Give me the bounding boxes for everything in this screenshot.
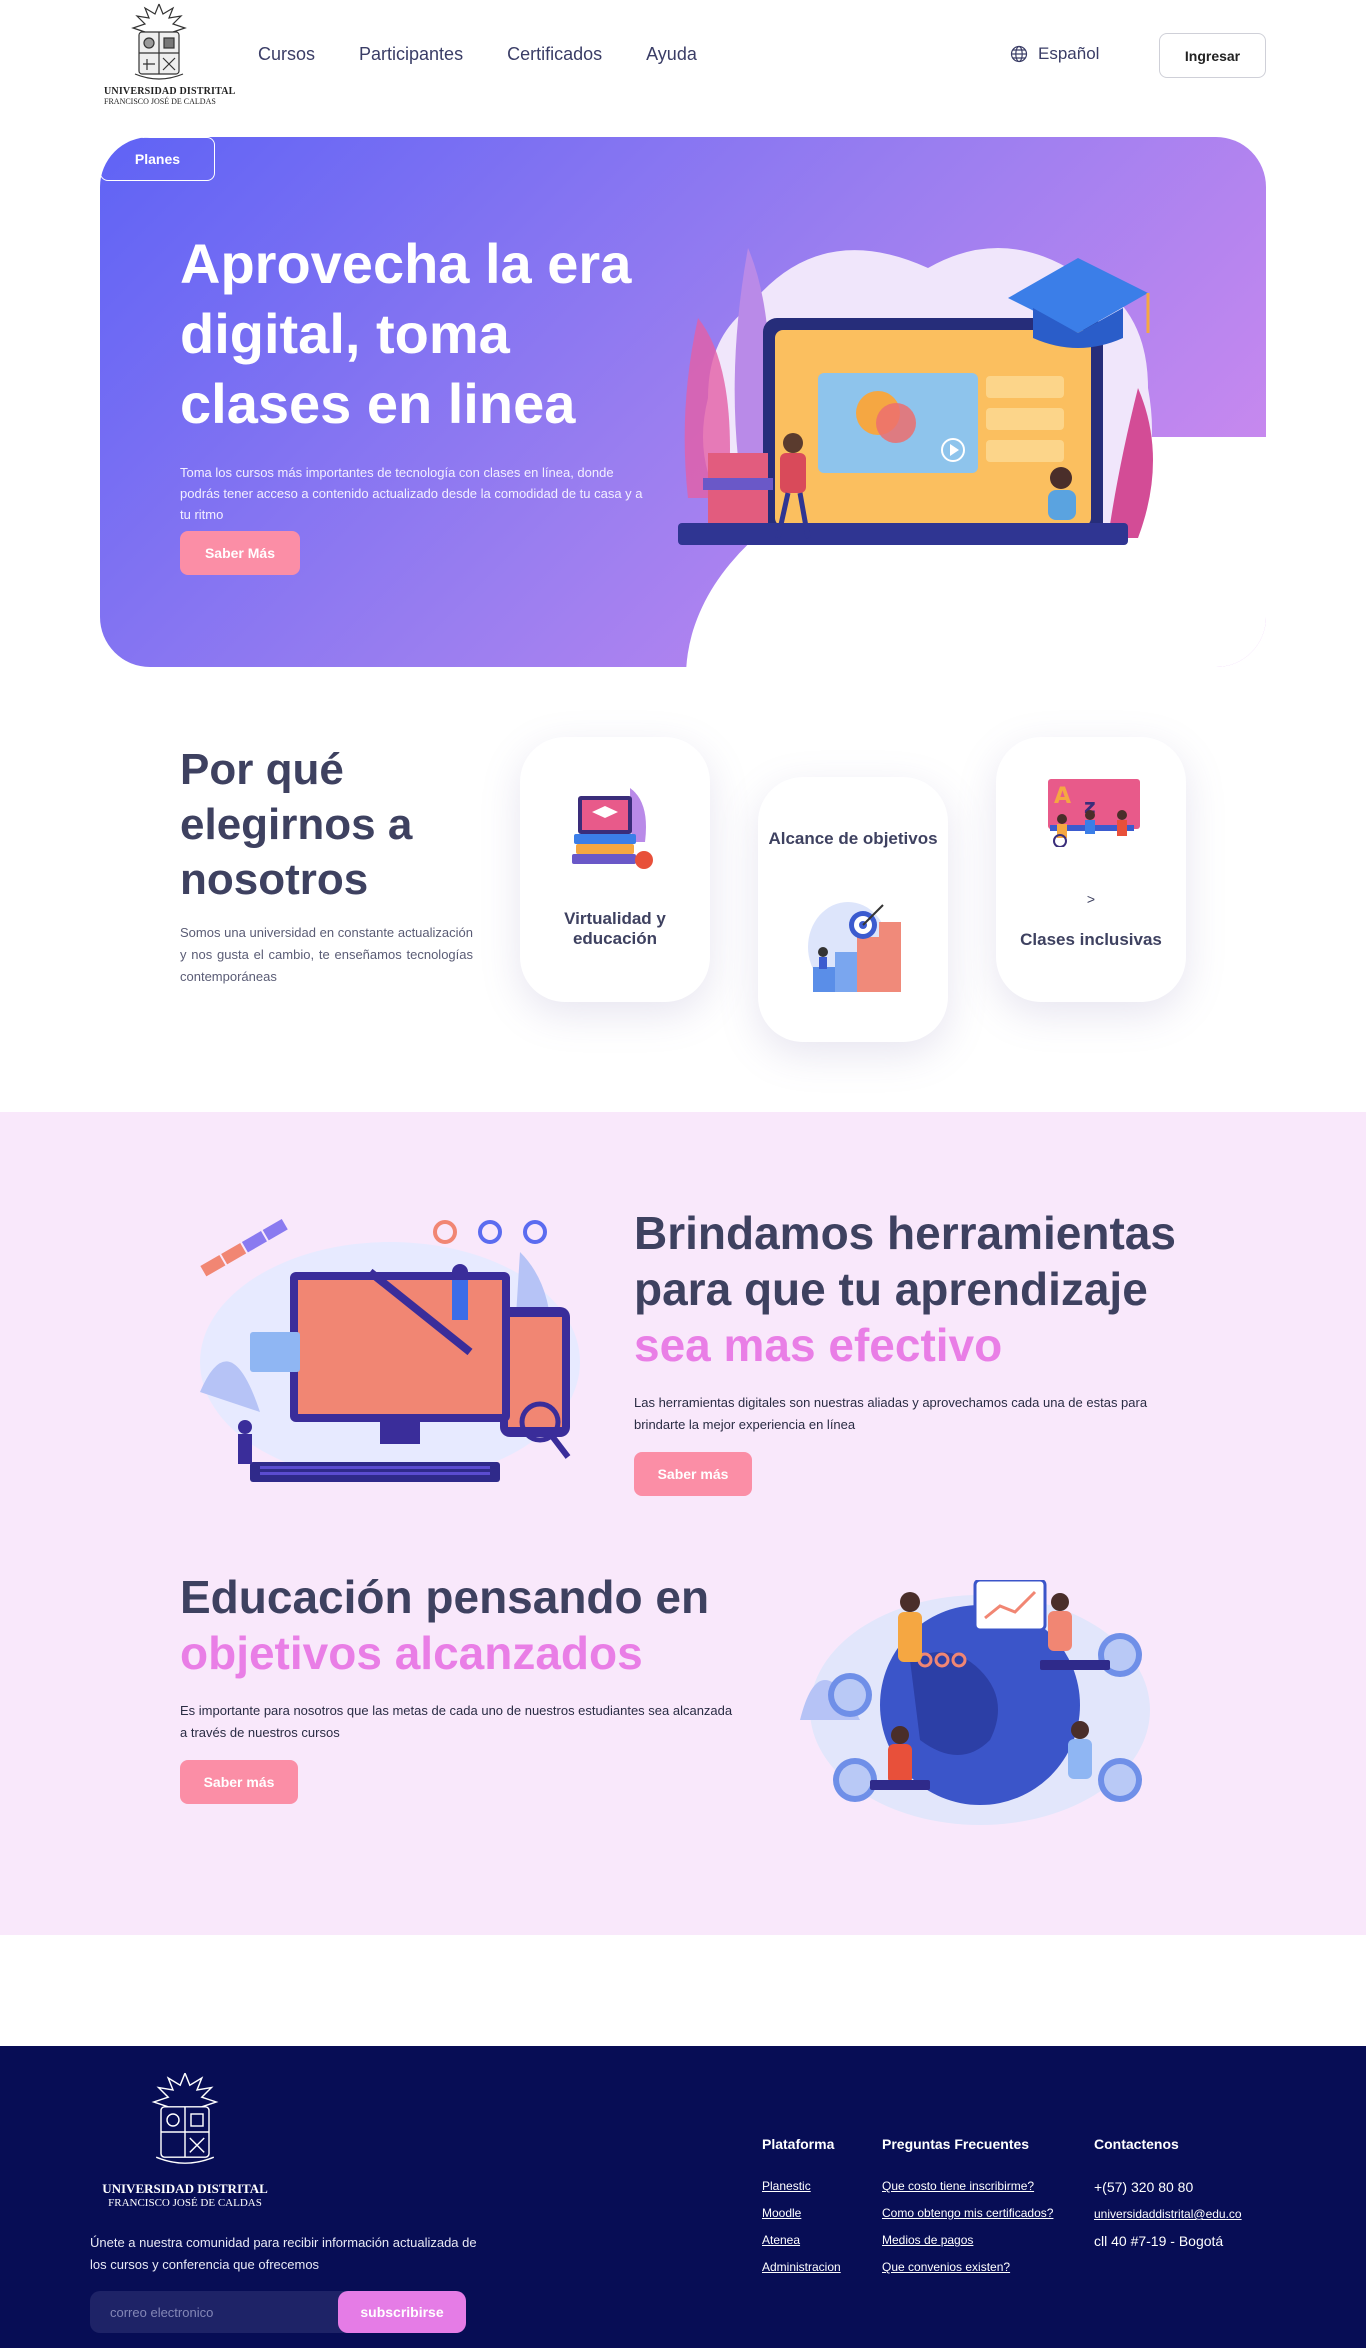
goals-text: Es importante para nosotros que las meta… [180,1703,733,1740]
nav-certificados[interactable]: Certificados [507,44,602,65]
card-label: Clases inclusivas [1020,930,1162,949]
card-label: Alcance de objetivos [768,829,938,848]
main-nav: Cursos Participantes Certificados Ayuda [258,44,741,65]
footer-link-costo[interactable]: Que costo tiene inscribirme? [882,2178,1053,2194]
hero-plans-button[interactable]: Planes [100,137,215,181]
nav-participantes[interactable]: Participantes [359,44,463,65]
target-stairs-icon [808,902,901,992]
goals-title: Educación pensando en objetivos alcanzad… [180,1569,740,1681]
why-title: Por qué elegirnos a nosotros [180,745,413,904]
footer-link-pagos[interactable]: Medios de pagos [882,2232,1053,2248]
footer-link-planestic[interactable]: Planestic [762,2178,841,2194]
subscribe-form: correo electronico subscribirse [90,2291,466,2333]
footer-link-certificados[interactable]: Como obtengo mis certificados? [882,2205,1053,2221]
digital-tools-illustration [200,1219,580,1482]
goals-title-accent: objetivos alcanzados [180,1627,643,1679]
hero-title: Aprovecha la era digital, toma clases en… [180,232,632,435]
email-input[interactable]: correo electronico [90,2291,348,2333]
online-class-illustration [678,248,1153,545]
footer-link-atenea[interactable]: Atenea [762,2232,841,2248]
goals-title-main: Educación pensando en [180,1571,710,1623]
footer-link-moodle[interactable]: Moodle [762,2205,841,2221]
footer-text: Únete a nuestra comunidad para recibir i… [90,2235,477,2272]
tools-title-main: Brindamos herramientas para que tu apren… [634,1207,1176,1315]
footer-address: cll 40 #7-19 - Bogotá [1094,2233,1224,2249]
svg-text:A: A [1054,784,1071,809]
tools-title-accent: sea mas efectivo [634,1319,1003,1371]
nav-ayuda[interactable]: Ayuda [646,44,697,65]
footer-email[interactable]: universidaddistrital@edu.co [1094,2205,1242,2223]
footer-logo-subtitle: FRANCISCO JOSÉ DE CALDAS [108,2197,262,2209]
card-virtualidad[interactable]: Virtualidad y educación [520,737,710,1002]
footer-logo-title: UNIVERSIDAD DISTRITAL [102,2181,268,2196]
footer-contact-title: Contactenos [1094,2136,1179,2152]
footer: UNIVERSIDAD DISTRITAL FRANCISCO JOSÉ DE … [0,2046,1366,2348]
tools-title: Brindamos herramientas para que tu apren… [634,1205,1234,1373]
footer-faq-title: Preguntas Frecuentes [882,2136,1030,2152]
card-inclusivas[interactable]: A z > Clases inclusivas [996,737,1186,1002]
card-arrow: > [1086,891,1096,907]
footer-phone: +(57) 320 80 80 [1094,2179,1194,2195]
subscribe-button[interactable]: subscribirse [338,2291,466,2333]
tools-text: Las herramientas digitales son nuestras … [634,1395,1148,1432]
globe-icon [1010,45,1028,63]
card-label: Virtualidad y educación [564,909,666,948]
login-button[interactable]: Ingresar [1159,33,1266,78]
university-logo[interactable]: UNIVERSIDAD DISTRITAL FRANCISCO JOSÉ DE … [104,2,236,106]
why-text: Somos una universidad en constante actua… [180,925,473,984]
logo-title: UNIVERSIDAD DISTRITAL [104,86,236,97]
crest-icon [131,3,187,80]
footer-platform-title: Plataforma [762,2136,835,2152]
hero-learn-more-button[interactable]: Saber Más [180,531,300,575]
footer-logo[interactable]: UNIVERSIDAD DISTRITAL FRANCISCO JOSÉ DE … [90,2068,280,2209]
footer-faq-column: Preguntas Frecuentes Que costo tiene ins… [882,2136,1053,2286]
inclusive-class-icon: A z [1048,779,1140,847]
nav-cursos[interactable]: Cursos [258,44,315,65]
logo-subtitle: FRANCISCO JOSÉ DE CALDAS [104,97,216,106]
footer-platform-column: Plataforma Planestic Moodle Atenea Admin… [762,2136,841,2286]
tools-learn-more-button[interactable]: Saber más [634,1452,752,1496]
books-laptop-icon [572,788,653,869]
language-label: Español [1038,44,1100,63]
crest-icon [151,2072,219,2164]
language-selector[interactable]: Español [1010,44,1099,64]
goals-learn-more-button[interactable]: Saber más [180,1760,298,1804]
hero-text: Toma los cursos más importantes de tecno… [180,465,643,522]
footer-link-administracion[interactable]: Administracion [762,2259,841,2275]
footer-contact-column: Contactenos +(57) 320 80 80 universidadd… [1094,2136,1242,2259]
footer-link-convenios[interactable]: Que convenios existen? [882,2259,1053,2275]
card-alcance[interactable]: Alcance de objetivos [758,777,948,1042]
global-network-illustration [800,1580,1150,1825]
